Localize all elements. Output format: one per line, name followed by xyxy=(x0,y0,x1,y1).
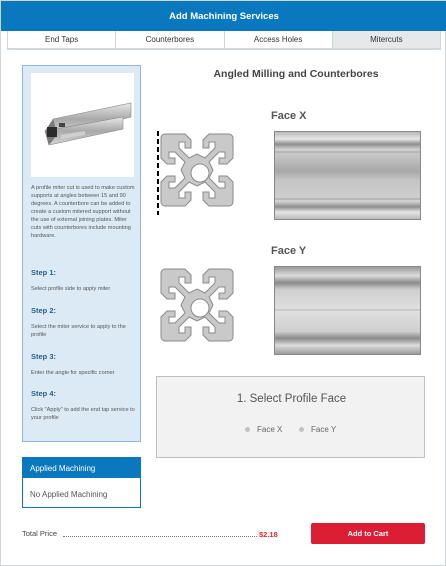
tab-bar: End Taps Counterbores Access Holes Miter… xyxy=(7,31,441,50)
step-3-text: Enter the angle for specific corner xyxy=(31,370,115,376)
face-x-radio[interactable] xyxy=(245,427,250,432)
face-y-option-label: Face Y xyxy=(311,425,337,434)
rail-face-y-image xyxy=(274,266,421,355)
total-price-value: $2.18 xyxy=(259,530,278,539)
step-1-text: Select profile side to apply miter xyxy=(31,286,111,292)
face-x-option-label: Face X xyxy=(257,425,283,434)
tab-end-taps[interactable]: End Taps xyxy=(7,31,117,49)
tab-counterbores[interactable]: Counterbores xyxy=(116,31,225,49)
add-to-cart-button[interactable]: Add to Cart xyxy=(311,523,425,544)
instructions-panel: A profile miter cut is used to make cust… xyxy=(22,65,141,442)
step-2-heading: Step 2: xyxy=(31,306,57,315)
face-y-label: Face Y xyxy=(271,245,307,257)
applied-machining-panel: Applied Machining No Applied Machining xyxy=(22,457,141,508)
profile-face-x-diagram[interactable] xyxy=(157,130,243,216)
step-2-text: Select the miter service to apply to the… xyxy=(31,324,126,338)
section-title: Angled Milling and Counterbores xyxy=(213,68,379,80)
price-leader-dots xyxy=(63,536,257,537)
select-face-title: 1. Select Profile Face xyxy=(236,393,347,405)
profile-face-y-diagram[interactable] xyxy=(157,265,243,351)
tab-access-holes[interactable]: Access Holes xyxy=(224,31,333,49)
tab-mitercuts[interactable]: Mitercuts xyxy=(332,31,441,49)
face-x-option[interactable]: Face X xyxy=(245,425,282,434)
applied-machining-title: Applied Machining xyxy=(23,458,140,478)
rail-face-x-image xyxy=(274,131,421,220)
step-4-heading: Step 4: xyxy=(31,389,57,398)
mitercut-description: A profile miter cut is used to make cust… xyxy=(31,185,135,239)
step-1-heading: Step 1: xyxy=(31,268,57,277)
step-3-heading: Step 3: xyxy=(31,352,57,361)
total-price-label: Total Price xyxy=(22,529,58,538)
dialog: Add Machining Services End Taps Counterb… xyxy=(0,0,446,566)
face-x-label: Face X xyxy=(271,110,307,122)
mitered-profile-image xyxy=(31,73,134,177)
applied-machining-empty: No Applied Machining xyxy=(30,490,108,499)
step-4-text: Click "Apply" to add the end tap service… xyxy=(31,407,135,421)
dialog-title: Add Machining Services xyxy=(1,1,446,31)
select-profile-face-panel: 1. Select Profile Face Face X Face Y xyxy=(156,376,425,458)
face-y-radio[interactable] xyxy=(299,427,304,432)
face-y-option[interactable]: Face Y xyxy=(299,425,336,434)
